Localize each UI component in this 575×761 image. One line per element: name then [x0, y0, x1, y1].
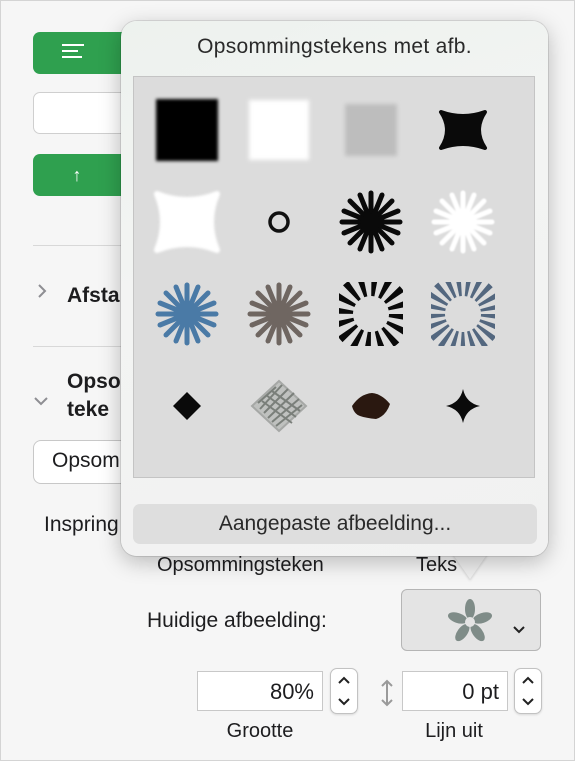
- brown-ink-blot-bullet[interactable]: [326, 361, 416, 451]
- white-square-bullet[interactable]: [234, 85, 324, 175]
- small-ring-bullet[interactable]: [234, 177, 324, 267]
- current-image-popup-button[interactable]: [401, 589, 541, 651]
- blue-starburst-bullet[interactable]: [142, 269, 232, 359]
- white-starburst-bullet[interactable]: [418, 177, 508, 267]
- align-top-icon: ↑: [72, 164, 82, 185]
- blue-sunburst-bullet[interactable]: [418, 269, 508, 359]
- image-bullets-popover: Opsommingstekens met afb. Aangepaste afb…: [121, 21, 548, 556]
- section-spacing-label[interactable]: Afsta: [67, 284, 120, 308]
- section-bullets-label-line2[interactable]: teke: [67, 398, 109, 422]
- black-starburst-bullet[interactable]: [326, 177, 416, 267]
- partially-hidden-bullet[interactable]: [234, 453, 324, 477]
- asterisk-bullet-icon: [446, 598, 494, 651]
- text-column-label: Teks: [416, 554, 458, 576]
- white-blob-bullet[interactable]: [142, 177, 232, 267]
- align-field[interactable]: 0 pt: [402, 671, 508, 711]
- custom-image-button[interactable]: Aangepaste afbeelding...: [133, 504, 537, 544]
- stepper-up-icon[interactable]: [331, 669, 357, 691]
- black-blob-bullet[interactable]: [418, 85, 508, 175]
- chevron-down-icon[interactable]: [33, 390, 49, 411]
- align-value: 0 pt: [462, 679, 499, 704]
- popover-title: Opsommingstekens met afb.: [197, 35, 472, 58]
- chevron-right-icon[interactable]: [37, 283, 47, 304]
- gray-scribble-diamond-bullet[interactable]: [234, 361, 324, 451]
- size-field[interactable]: 80%: [197, 671, 323, 711]
- stepper-down-icon[interactable]: [331, 691, 357, 713]
- bullet-style-value: Opsom: [52, 449, 120, 472]
- vertical-align-icon: [380, 678, 394, 713]
- popover-arrow: [452, 553, 488, 579]
- chevron-down-icon: [512, 622, 526, 640]
- stepper-down-icon[interactable]: [515, 691, 541, 713]
- black-four-point-star-bullet[interactable]: [418, 361, 508, 451]
- brown-starburst-bullet[interactable]: [234, 269, 324, 359]
- black-square-bullet[interactable]: [142, 85, 232, 175]
- align-top-button[interactable]: ↑: [33, 154, 133, 196]
- gray-square-bullet[interactable]: [326, 85, 416, 175]
- size-stepper[interactable]: [330, 668, 358, 714]
- indent-label: Inspring: [44, 513, 119, 536]
- size-caption: Grootte: [226, 720, 294, 742]
- size-value: 80%: [269, 679, 314, 704]
- current-image-label: Huidige afbeelding:: [147, 609, 327, 632]
- text-style-field[interactable]: [33, 92, 133, 134]
- bullet-column-label: Opsommingsteken: [157, 554, 324, 576]
- align-caption: Lijn uit: [425, 720, 483, 742]
- bullet-image-grid[interactable]: [133, 76, 535, 478]
- align-stepper[interactable]: [514, 668, 542, 714]
- black-sunburst-bullet[interactable]: [326, 269, 416, 359]
- stepper-up-icon[interactable]: [515, 669, 541, 691]
- section-bullets-label-line1[interactable]: Opso: [67, 370, 121, 394]
- align-left-button[interactable]: [33, 32, 133, 74]
- align-left-icon: [62, 43, 84, 64]
- black-diamond-bullet[interactable]: [142, 361, 232, 451]
